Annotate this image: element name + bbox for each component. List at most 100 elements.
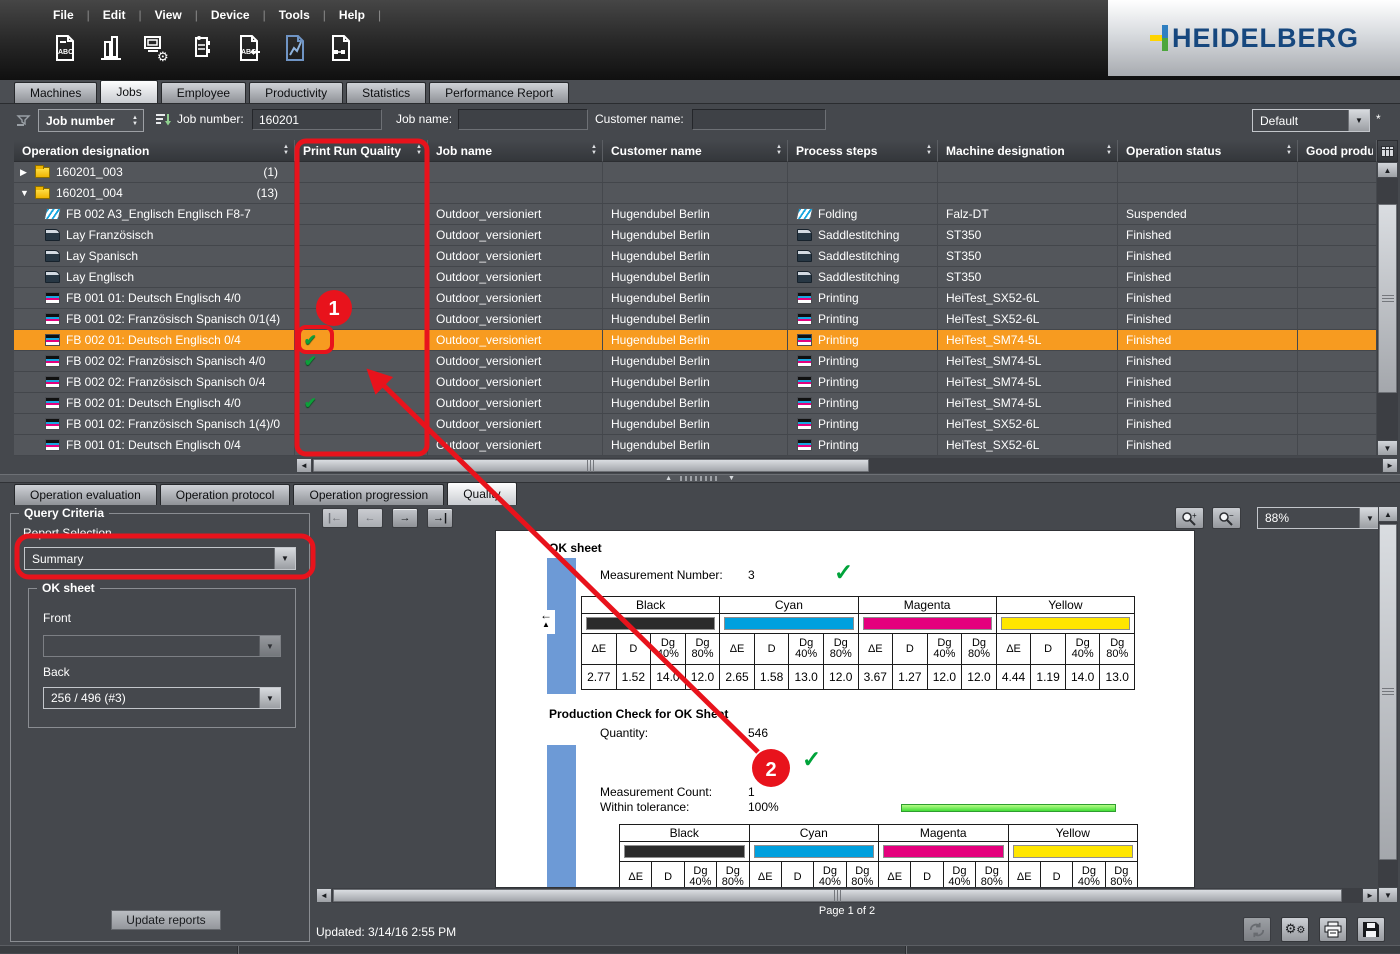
table-horizontal-scrollbar[interactable]: ◄ ► [296,458,1398,473]
menu-device[interactable]: Device [198,8,263,22]
table-row[interactable]: ▶160201_003(1) [14,162,1377,183]
zoom-level-dropdown[interactable]: 88% ▼ [1257,507,1381,529]
column-chooser-button[interactable] [1377,140,1398,162]
scroll-thumb[interactable] [333,889,1342,902]
column-header-machine-designation[interactable]: Machine designation▲▼ [938,140,1118,162]
nav-previous-button[interactable]: ← [357,508,383,528]
scroll-right-button[interactable]: ► [1382,458,1398,473]
menu-tools[interactable]: Tools [266,8,323,22]
sort-arrows-icon[interactable]: ▲▼ [926,145,934,156]
menu-file[interactable]: File [40,8,87,22]
table-row[interactable]: FB 002 A3_Englisch Englisch F8-7Outdoor_… [14,204,1377,225]
nav-first-button[interactable]: |← [322,508,348,528]
refresh-button[interactable] [1243,917,1271,942]
scroll-thumb[interactable] [1378,204,1397,393]
menu-edit[interactable]: Edit [90,8,139,22]
splitter-up-icon[interactable]: ▲ [665,475,672,482]
splitter-handle[interactable]: ▲ ▼ [0,474,1400,483]
zoom-out-button[interactable]: − [1212,507,1241,529]
sort-arrows-icon[interactable]: ▲▼ [1106,145,1114,156]
table-row[interactable]: FB 002 02: Französisch Spanisch 4/0✔Outd… [14,351,1377,372]
table-row[interactable]: FB 002 01: Deutsch Englisch 0/4✔Outdoor_… [14,330,1377,351]
nav-last-button[interactable]: →| [427,508,453,528]
sort-arrows-icon[interactable]: ▲▼ [591,145,599,156]
scroll-track[interactable] [312,458,1382,473]
layout-preset-selector[interactable]: Default ▼ [1252,109,1370,132]
sort-arrows-icon[interactable]: ▲▼ [283,145,291,156]
zoom-in-button[interactable]: + [1175,507,1204,529]
report-abc-icon[interactable]: ABC [48,30,82,66]
scroll-down-button[interactable]: ▼ [1378,887,1398,903]
dropdown-arrow-icon[interactable]: ▼ [274,548,295,569]
tab-productivity[interactable]: Productivity [249,82,343,103]
scroll-up-button[interactable]: ▲ [1377,162,1398,178]
tab-jobs[interactable]: Jobs [100,80,157,103]
column-header-good-produc[interactable]: Good produc [1298,140,1377,162]
preview-vertical-scrollbar[interactable]: ▲ ▼ [1378,506,1398,903]
update-reports-button[interactable]: Update reports [111,910,221,930]
column-header-operation-status[interactable]: Operation status▲▼ [1118,140,1298,162]
table-vertical-scrollbar[interactable]: ▲ ▼ [1377,140,1398,456]
table-row[interactable]: FB 002 02: Französisch Spanisch 0/4Outdo… [14,372,1377,393]
table-row[interactable]: FB 001 01: Deutsch Englisch 4/0Outdoor_v… [14,288,1377,309]
dropdown-arrow-icon[interactable]: ▼ [259,636,280,656]
save-button[interactable] [1357,917,1385,942]
table-row[interactable]: FB 001 02: Französisch Spanisch 1(4)/0Ou… [14,414,1377,435]
table-row[interactable]: Lay SpanischOutdoor_versioniertHugendube… [14,246,1377,267]
scroll-down-button[interactable]: ▼ [1377,440,1398,456]
preview-horizontal-scrollbar[interactable]: ◄ ► [316,888,1378,903]
tab-statistics[interactable]: Statistics [346,82,426,103]
column-header-print-run-quality[interactable]: Print Run Quality▲▼ [295,140,428,162]
job-number-input[interactable] [252,109,382,130]
scroll-track[interactable] [1378,522,1398,887]
report-import-icon[interactable]: ABC [232,30,266,66]
customer-name-input[interactable] [692,109,826,130]
tab-performance-report[interactable]: Performance Report [429,82,569,103]
menu-help[interactable]: Help [326,8,378,22]
tab-employee[interactable]: Employee [161,82,246,103]
tab-operation-protocol[interactable]: Operation protocol [160,484,291,505]
tab-quality[interactable]: Quality [447,482,516,505]
scroll-thumb[interactable] [313,459,869,472]
column-header-operation-designation[interactable]: Operation designation▲▼ [14,140,295,162]
table-row[interactable]: ▼160201_004(13) [14,183,1377,204]
output-chart-icon[interactable] [94,30,128,66]
column-header-job-name[interactable]: Job name▲▼ [428,140,603,162]
back-sheet-dropdown[interactable]: 256 / 496 (#3) ▼ [43,687,281,709]
tab-operation-progression[interactable]: Operation progression [293,484,444,505]
print-button[interactable] [1319,917,1347,942]
filter-collapse-icon[interactable] [16,113,32,132]
scroll-right-button[interactable]: ► [1362,888,1378,903]
nav-next-button[interactable]: → [392,508,418,528]
sort-arrows-icon[interactable]: ▲▼ [1286,145,1294,156]
scroll-left-button[interactable]: ◄ [296,458,312,473]
computer-settings-icon[interactable]: ⚙ [140,30,174,66]
table-row[interactable]: FB 001 01: Deutsch Englisch 0/4Outdoor_v… [14,435,1377,456]
column-header-customer-name[interactable]: Customer name▲▼ [603,140,788,162]
table-row[interactable]: Lay FranzösischOutdoor_versioniertHugend… [14,225,1377,246]
sort-order-icon[interactable] [153,111,172,133]
report-selection-dropdown[interactable]: Summary ▼ [24,547,296,570]
dropdown-arrow-icon[interactable]: ▼ [1359,508,1380,528]
spinner-arrows-icon[interactable]: ▲▼ [132,115,138,127]
scroll-up-button[interactable]: ▲ [1378,506,1398,522]
job-name-input[interactable] [458,109,588,130]
sort-field-selector[interactable]: Job number ▲▼ [38,109,144,132]
report-settings-button[interactable]: ⚙⚙ [1281,917,1309,942]
expander-icon[interactable]: ▼ [20,188,34,198]
splitter-grip[interactable] [680,476,720,481]
device-settings-icon[interactable] [186,30,220,66]
sort-arrows-icon[interactable]: ▲▼ [776,145,784,156]
splitter-down-icon[interactable]: ▼ [728,475,735,482]
expander-icon[interactable]: ▶ [20,167,34,178]
scroll-left-button[interactable]: ◄ [316,888,332,903]
column-header-process-steps[interactable]: Process steps▲▼ [788,140,938,162]
scroll-thumb[interactable] [1379,524,1397,860]
scroll-track[interactable] [332,888,1362,903]
table-row[interactable]: FB 002 01: Deutsch Englisch 4/0✔Outdoor_… [14,393,1377,414]
dropdown-arrow-icon[interactable]: ▼ [259,688,280,708]
report-chart-icon[interactable] [278,30,312,66]
menu-view[interactable]: View [142,8,195,22]
table-row[interactable]: Lay EnglischOutdoor_versioniertHugendube… [14,267,1377,288]
scroll-track[interactable] [1377,178,1398,440]
